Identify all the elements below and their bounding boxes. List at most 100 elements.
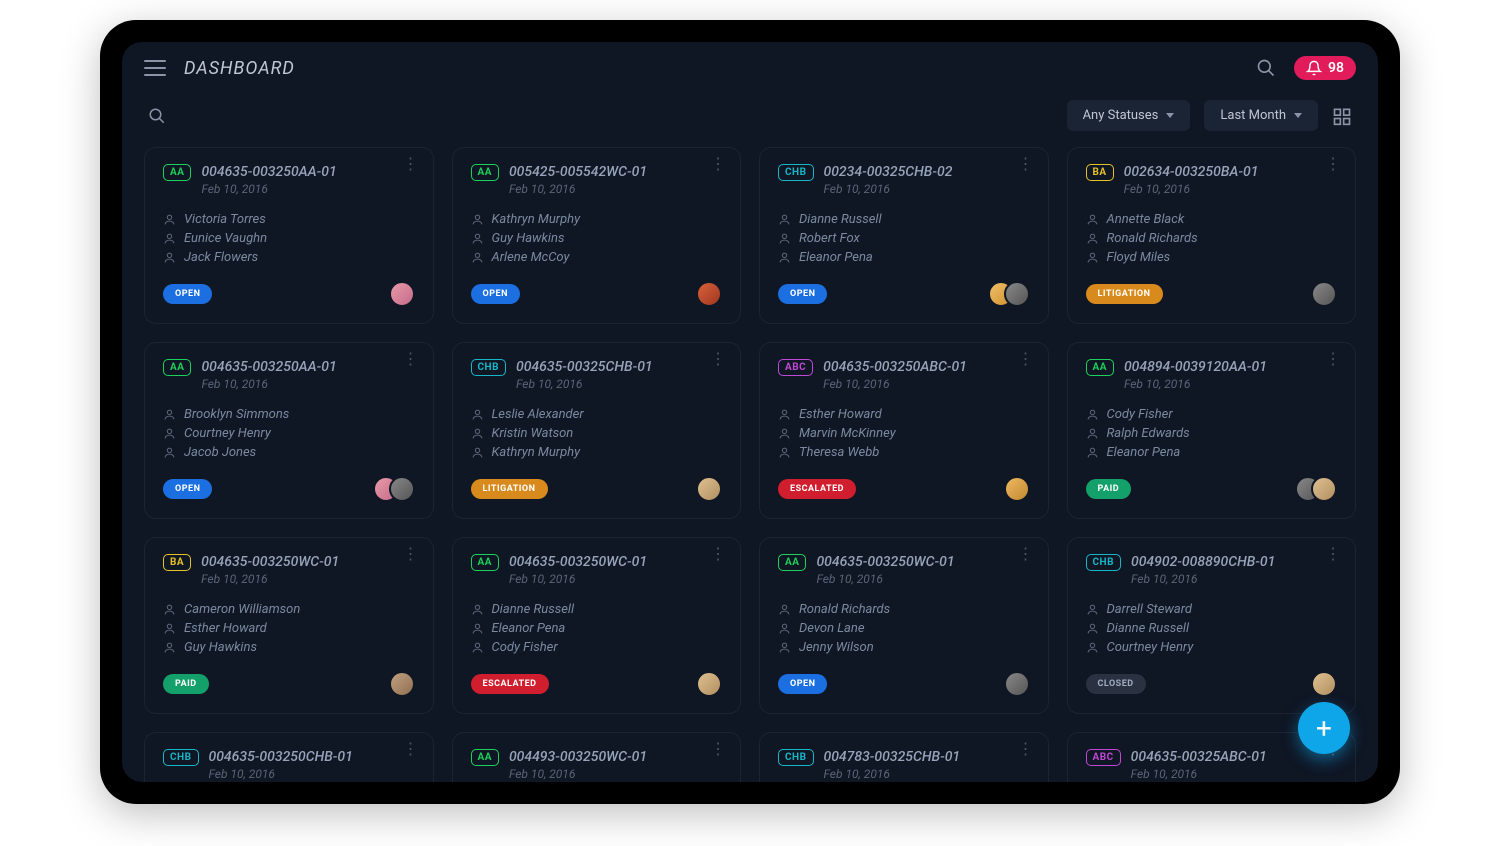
case-card[interactable]: BA002634-003250BA-01Feb 10, 2016⋮Annette… <box>1067 147 1357 324</box>
case-id: 004635-00325CHB-01 <box>516 359 653 375</box>
avatar[interactable] <box>696 281 722 307</box>
case-card[interactable]: ABC004635-003250ABC-01Feb 10, 2016⋮Esthe… <box>759 342 1049 519</box>
person-icon <box>471 641 484 654</box>
avatar[interactable] <box>696 671 722 697</box>
avatar-stack <box>1004 671 1030 697</box>
person-item: Ronald Richards <box>778 600 1030 619</box>
case-card[interactable]: CHB004635-003250CHB-01Feb 10, 2016⋮Annet… <box>144 732 434 782</box>
person-icon <box>163 446 176 459</box>
case-card[interactable]: BA004635-003250WC-01Feb 10, 2016⋮Cameron… <box>144 537 434 714</box>
person-item: Guy Hawkins <box>471 229 723 248</box>
person-name: Kathryn Murphy <box>492 212 581 227</box>
case-card[interactable]: CHB00234-00325CHB-02Feb 10, 2016⋮Dianne … <box>759 147 1049 324</box>
person-item: Courtney Henry <box>163 424 415 443</box>
person-icon <box>778 446 791 459</box>
avatar[interactable] <box>1004 476 1030 502</box>
more-icon[interactable]: ⋮ <box>710 552 726 556</box>
case-id: 00234-00325CHB-02 <box>824 164 953 180</box>
person-icon <box>1086 427 1099 440</box>
case-card[interactable]: CHB004635-00325CHB-01Feb 10, 2016⋮Leslie… <box>452 342 742 519</box>
person-list: Darrell StewardDianne RussellCourtney He… <box>1086 600 1338 657</box>
case-card[interactable]: AA005425-005542WC-01Feb 10, 2016⋮Kathryn… <box>452 147 742 324</box>
more-icon[interactable]: ⋮ <box>710 357 726 361</box>
person-item: Brooklyn Simmons <box>163 405 415 424</box>
case-date: Feb 10, 2016 <box>201 572 339 586</box>
more-icon[interactable]: ⋮ <box>1018 552 1034 556</box>
person-list: Cody FisherRalph EdwardsEleanor Pena <box>1086 405 1338 462</box>
avatar[interactable] <box>389 476 415 502</box>
case-card[interactable]: AA004635-003250WC-01Feb 10, 2016⋮Dianne … <box>452 537 742 714</box>
more-icon[interactable]: ⋮ <box>403 162 419 166</box>
avatar[interactable] <box>1311 476 1337 502</box>
more-icon[interactable]: ⋮ <box>1325 357 1341 361</box>
case-id: 004493-003250WC-01 <box>509 749 647 765</box>
person-name: Guy Hawkins <box>184 640 257 655</box>
card-header: CHB00234-00325CHB-02Feb 10, 2016 <box>778 164 1030 196</box>
more-icon[interactable]: ⋮ <box>403 357 419 361</box>
more-icon[interactable]: ⋮ <box>1325 162 1341 166</box>
case-card[interactable]: CHB004902-008890CHB-01Feb 10, 2016⋮Darre… <box>1067 537 1357 714</box>
case-card[interactable]: AA004635-003250AA-01Feb 10, 2016⋮Victori… <box>144 147 434 324</box>
person-item: Kathryn Murphy <box>471 443 723 462</box>
avatar[interactable] <box>1311 281 1337 307</box>
more-icon[interactable]: ⋮ <box>710 747 726 751</box>
person-icon <box>778 232 791 245</box>
case-date: Feb 10, 2016 <box>509 182 647 196</box>
menu-icon[interactable] <box>144 60 166 76</box>
person-list: Victoria TorresEunice VaughnJack Flowers <box>163 210 415 267</box>
case-date: Feb 10, 2016 <box>509 767 647 781</box>
avatar[interactable] <box>1004 281 1030 307</box>
more-icon[interactable]: ⋮ <box>403 747 419 751</box>
case-type-tag: CHB <box>778 164 814 181</box>
person-icon <box>1086 622 1099 635</box>
period-filter[interactable]: Last Month <box>1204 100 1318 131</box>
case-id: 004894-0039120AA-01 <box>1124 359 1267 375</box>
case-card[interactable]: AA004635-003250AA-01Feb 10, 2016⋮Brookly… <box>144 342 434 519</box>
top-bar: DASHBOARD 98 <box>122 42 1378 94</box>
case-id: 004635-003250WC-01 <box>509 554 647 570</box>
status-badge: OPEN <box>471 284 520 304</box>
avatar[interactable] <box>1311 671 1337 697</box>
notification-pill[interactable]: 98 <box>1294 56 1356 80</box>
more-icon[interactable]: ⋮ <box>1325 552 1341 556</box>
avatar[interactable] <box>389 281 415 307</box>
case-type-tag: ABC <box>778 359 813 376</box>
avatar[interactable] <box>389 671 415 697</box>
person-item: Jacob Jones <box>163 443 415 462</box>
case-date: Feb 10, 2016 <box>1124 377 1267 391</box>
filter-search-icon[interactable] <box>148 107 1053 125</box>
status-badge: OPEN <box>163 479 212 499</box>
case-card[interactable]: AA004493-003250WC-01Feb 10, 2016⋮Albert … <box>452 732 742 782</box>
case-id: 004635-003250CHB-01 <box>209 749 353 765</box>
more-icon[interactable]: ⋮ <box>710 162 726 166</box>
more-icon[interactable]: ⋮ <box>1018 747 1034 751</box>
status-badge: OPEN <box>163 284 212 304</box>
status-filter[interactable]: Any Statuses <box>1067 100 1191 131</box>
case-date: Feb 10, 2016 <box>1131 767 1267 781</box>
avatar-stack <box>696 281 722 307</box>
case-date: Feb 10, 2016 <box>1131 572 1275 586</box>
chevron-down-icon <box>1166 113 1174 118</box>
more-icon[interactable]: ⋮ <box>1018 162 1034 166</box>
case-type-tag: AA <box>471 749 499 766</box>
avatar-stack <box>389 281 415 307</box>
add-fab[interactable]: + <box>1298 702 1350 754</box>
card-footer: OPEN <box>778 281 1030 307</box>
view-toggle-icon[interactable] <box>1332 106 1352 126</box>
person-icon <box>163 641 176 654</box>
case-card[interactable]: AA004635-003250WC-01Feb 10, 2016⋮Ronald … <box>759 537 1049 714</box>
person-list: Ronald RichardsDevon LaneJenny Wilson <box>778 600 1030 657</box>
person-name: Dianne Russell <box>1107 621 1190 636</box>
person-item: Courtney Henry <box>1086 638 1338 657</box>
person-icon <box>163 232 176 245</box>
person-icon <box>778 408 791 421</box>
more-icon[interactable]: ⋮ <box>1018 357 1034 361</box>
person-name: Arlene McCoy <box>492 250 570 265</box>
avatar[interactable] <box>696 476 722 502</box>
more-icon[interactable]: ⋮ <box>403 552 419 556</box>
person-item: Robert Fox <box>778 229 1030 248</box>
case-card[interactable]: AA004894-0039120AA-01Feb 10, 2016⋮Cody F… <box>1067 342 1357 519</box>
avatar[interactable] <box>1004 671 1030 697</box>
search-icon[interactable] <box>1256 58 1276 78</box>
case-card[interactable]: CHB004783-00325CHB-01Feb 10, 2016⋮Theres… <box>759 732 1049 782</box>
